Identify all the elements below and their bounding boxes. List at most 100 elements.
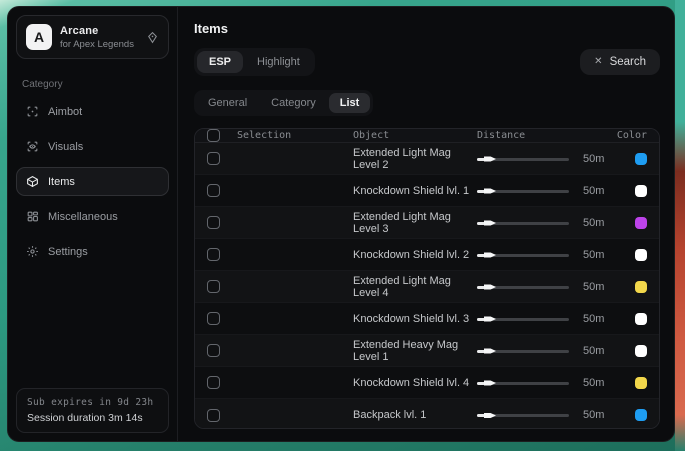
row-checkbox[interactable] — [207, 376, 220, 389]
select-all-checkbox[interactable] — [207, 129, 220, 142]
column-header-distance: Distance — [477, 130, 577, 141]
subscription-info-card: Sub expires in 9d 23h Session duration 3… — [16, 388, 169, 433]
slider-thumb-icon[interactable] — [484, 284, 496, 291]
row-checkbox[interactable] — [207, 248, 220, 261]
sidebar-item-visuals[interactable]: Visuals — [16, 132, 169, 161]
distance-slider[interactable] — [477, 186, 569, 196]
table-row: Extended Light Mag Level 3 50m — [195, 207, 659, 239]
sidebar-item-label: Miscellaneous — [48, 211, 118, 223]
color-swatch[interactable] — [635, 153, 647, 165]
table-row: Knockdown Shield lvl. 4 50m — [195, 367, 659, 399]
distance-value: 50m — [577, 281, 621, 293]
sidebar-item-label: Visuals — [48, 141, 83, 153]
sidebar-item-label: Settings — [48, 246, 88, 258]
object-name: Knockdown Shield lvl. 3 — [353, 313, 477, 325]
object-name: Extended Light Mag Level 3 — [353, 211, 477, 235]
sidebar-item-items[interactable]: Items — [16, 167, 169, 196]
distance-slider[interactable] — [477, 410, 569, 420]
crosshair-icon — [26, 105, 39, 118]
main-panel: Items ESP Highlight ✕ Search General Cat… — [178, 7, 674, 441]
sidebar: A Arcane for Apex Legends Category Aimbo… — [8, 7, 178, 441]
row-checkbox[interactable] — [207, 184, 220, 197]
color-swatch[interactable] — [635, 281, 647, 293]
brand-text: Arcane for Apex Legends — [60, 25, 138, 50]
color-swatch[interactable] — [635, 249, 647, 261]
distance-value: 50m — [577, 377, 621, 389]
game-background-right-strip — [675, 0, 685, 451]
color-swatch[interactable] — [635, 377, 647, 389]
distance-slider[interactable] — [477, 282, 569, 292]
table-row: Knockdown Shield lvl. 1 50m — [195, 175, 659, 207]
slider-thumb-icon[interactable] — [484, 348, 496, 355]
distance-value: 50m — [577, 217, 621, 229]
table-row: Knockdown Shield lvl. 3 50m — [195, 303, 659, 335]
distance-slider[interactable] — [477, 218, 569, 228]
table-header: Selection Object Distance Color — [195, 129, 659, 143]
distance-value: 50m — [577, 249, 621, 261]
color-swatch[interactable] — [635, 409, 647, 421]
row-checkbox[interactable] — [207, 344, 220, 357]
table-row: Knockdown Shield lvl. 2 50m — [195, 239, 659, 271]
color-swatch[interactable] — [635, 313, 647, 325]
distance-value: 50m — [577, 345, 621, 357]
distance-slider[interactable] — [477, 346, 569, 356]
sidebar-item-miscellaneous[interactable]: Miscellaneous — [16, 202, 169, 231]
slider-thumb-icon[interactable] — [484, 156, 496, 163]
object-name: Knockdown Shield lvl. 4 — [353, 377, 477, 389]
sidebar-item-label: Aimbot — [48, 106, 82, 118]
row-checkbox[interactable] — [207, 280, 220, 293]
app-logo: A — [26, 24, 52, 50]
tab-list[interactable]: List — [329, 93, 371, 113]
page-title: Items — [194, 21, 660, 36]
slider-thumb-icon[interactable] — [484, 316, 496, 323]
diamond-badge-icon — [146, 31, 159, 44]
tab-highlight[interactable]: Highlight — [245, 51, 312, 73]
object-name: Knockdown Shield lvl. 1 — [353, 185, 477, 197]
mode-tabs: ESP Highlight — [194, 48, 315, 76]
row-checkbox[interactable] — [207, 152, 220, 165]
slider-thumb-icon[interactable] — [484, 220, 496, 227]
tab-esp[interactable]: ESP — [197, 51, 243, 73]
table-row: Backpack lvl. 1 50m — [195, 399, 659, 429]
object-name: Extended Light Mag Level 4 — [353, 275, 477, 299]
gear-icon — [26, 245, 39, 258]
tab-general[interactable]: General — [197, 93, 258, 113]
row-checkbox[interactable] — [207, 409, 220, 422]
session-duration-text: Session duration 3m 14s — [27, 412, 158, 424]
color-swatch[interactable] — [635, 185, 647, 197]
sidebar-item-label: Items — [48, 176, 75, 188]
slider-thumb-icon[interactable] — [484, 252, 496, 259]
view-tabs: General Category List — [194, 90, 373, 116]
slider-thumb-icon[interactable] — [484, 380, 496, 387]
search-icon: ✕ — [594, 57, 602, 67]
tab-category[interactable]: Category — [260, 93, 327, 113]
brand-card: A Arcane for Apex Legends — [16, 15, 169, 59]
object-name: Extended Heavy Mag Level 1 — [353, 339, 477, 363]
search-button-label: Search — [610, 56, 646, 68]
distance-value: 50m — [577, 409, 621, 421]
distance-slider[interactable] — [477, 250, 569, 260]
sidebar-item-aimbot[interactable]: Aimbot — [16, 97, 169, 126]
app-name: Arcane — [60, 25, 138, 37]
search-button[interactable]: ✕ Search — [580, 49, 660, 75]
column-header-color: Color — [617, 130, 647, 141]
slider-thumb-icon[interactable] — [484, 188, 496, 195]
sub-expires-text: Sub expires in 9d 23h — [27, 397, 158, 408]
table-row: Extended Light Mag Level 2 50m — [195, 143, 659, 175]
toolbar: ESP Highlight ✕ Search — [194, 48, 660, 76]
distance-slider[interactable] — [477, 154, 569, 164]
distance-slider[interactable] — [477, 378, 569, 388]
column-header-object: Object — [353, 130, 477, 141]
row-checkbox[interactable] — [207, 312, 220, 325]
object-name: Knockdown Shield lvl. 2 — [353, 249, 477, 261]
row-checkbox[interactable] — [207, 216, 220, 229]
column-header-selection: Selection — [237, 130, 353, 141]
items-table: Selection Object Distance Color Extended… — [194, 128, 660, 429]
category-section-label: Category — [22, 79, 163, 90]
distance-value: 50m — [577, 153, 621, 165]
distance-slider[interactable] — [477, 314, 569, 324]
object-name: Extended Light Mag Level 2 — [353, 147, 477, 171]
sidebar-item-settings[interactable]: Settings — [16, 237, 169, 266]
color-swatch[interactable] — [635, 217, 647, 229]
color-swatch[interactable] — [635, 345, 647, 357]
